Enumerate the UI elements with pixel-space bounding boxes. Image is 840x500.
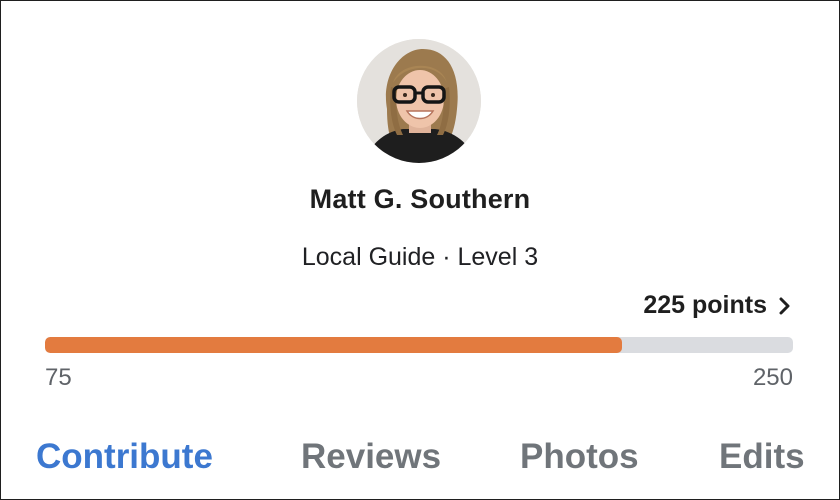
progress-fill — [45, 337, 623, 353]
profile-card: Matt G. Southern Local Guide · Level 3 2… — [0, 0, 840, 500]
tab-reviews[interactable]: Reviews — [301, 437, 441, 477]
progress-bar — [45, 337, 793, 353]
tab-photos[interactable]: Photos — [520, 437, 639, 477]
tab-contribute[interactable]: Contribute — [36, 437, 213, 477]
points-label: 225 points — [643, 291, 767, 319]
tab-bar: Contribute Reviews Photos Edits — [1, 437, 839, 481]
avatar[interactable] — [357, 39, 481, 163]
points-link[interactable]: 225 points — [643, 291, 791, 320]
chevron-right-icon — [779, 297, 791, 315]
progress-min-label: 75 — [45, 364, 72, 391]
avatar-photo — [357, 39, 481, 163]
profile-level: Local Guide · Level 3 — [301, 243, 539, 271]
progress-max-label: 250 — [752, 364, 793, 391]
profile-name: Matt G. Southern — [309, 184, 531, 214]
tab-edits[interactable]: Edits — [719, 437, 805, 477]
